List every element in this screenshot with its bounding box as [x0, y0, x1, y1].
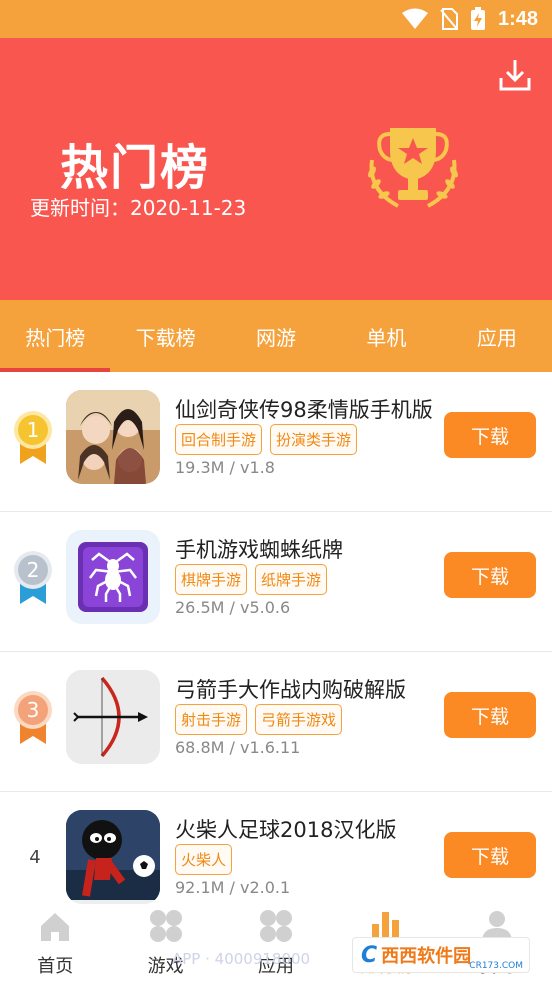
ranking-tabs: 热门榜 下载榜 网游 单机 应用 — [0, 300, 552, 372]
download-icon[interactable] — [496, 56, 534, 94]
app-ranking-list: 1 仙剑奇侠传98柔情版手机版 回合制手游 扮演类手游 19.3M / v1.8 — [0, 372, 552, 932]
app-name[interactable]: 火柴人足球2018汉化版 — [175, 814, 396, 844]
apps-grid-icon — [260, 910, 293, 942]
svg-text:3: 3 — [27, 698, 40, 722]
gold-medal-icon: 1 — [12, 408, 54, 466]
app-size-version: 19.3M / v1.8 — [175, 458, 275, 477]
tab-online-games[interactable]: 网游 — [221, 300, 331, 372]
nav-games[interactable]: 游戏 — [110, 900, 220, 981]
games-grid-icon — [149, 910, 182, 942]
app-icon-stickman-soccer[interactable] — [66, 810, 160, 904]
app-icon-spider-solitaire[interactable] — [66, 530, 160, 624]
ranking-banner: 热门榜 更新时间：2020-11-23 — [0, 38, 552, 300]
tag[interactable]: 棋牌手游 — [175, 564, 248, 595]
app-tags: 回合制手游 扮演类手游 — [175, 424, 358, 455]
download-button[interactable]: 下载 — [444, 552, 536, 598]
app-name[interactable]: 弓箭手大作战内购破解版 — [175, 674, 406, 704]
tab-apps[interactable]: 应用 — [442, 300, 552, 372]
home-icon — [41, 913, 70, 941]
svg-text:2: 2 — [27, 558, 40, 582]
app-name[interactable]: 手机游戏蜘蛛纸牌 — [175, 534, 343, 564]
app-name[interactable]: 仙剑奇侠传98柔情版手机版 — [175, 394, 433, 424]
nav-home[interactable]: 首页 — [0, 900, 110, 981]
site-watermark: C 西西软件园 CR173.COM — [352, 937, 530, 973]
tab-downloads[interactable]: 下载榜 — [110, 300, 220, 372]
tag[interactable]: 射击手游 — [175, 704, 248, 735]
rank-number: 4 — [29, 847, 41, 868]
watermark-url: CR173.COM — [469, 961, 523, 971]
tag[interactable]: 弓箭手游戏 — [255, 704, 343, 735]
app-icon-archer[interactable] — [66, 670, 160, 764]
tab-single-player[interactable]: 单机 — [331, 300, 441, 372]
no-sim-icon — [440, 8, 458, 30]
faint-watermark-text: APP · 4000918000 — [172, 950, 311, 968]
download-button[interactable]: 下载 — [444, 412, 536, 458]
status-bar: 1:48 — [0, 0, 552, 38]
wifi-icon — [401, 8, 428, 30]
app-tags: 射击手游 弓箭手游戏 — [175, 704, 343, 735]
silver-medal-icon: 2 — [12, 548, 54, 606]
tag[interactable]: 纸牌手游 — [255, 564, 328, 595]
svg-text:1: 1 — [27, 418, 40, 442]
watermark-text: 西西软件园 — [381, 946, 472, 967]
app-size-version: 92.1M / v2.0.1 — [175, 878, 291, 897]
list-item[interactable]: 2 手机游戏蜘蛛纸牌 棋牌手游 纸牌手游 26.5M / v5.0.6 下载 — [0, 512, 552, 652]
download-button[interactable]: 下载 — [444, 832, 536, 878]
app-tags: 棋牌手游 纸牌手游 — [175, 564, 328, 595]
trophy-icon — [358, 120, 468, 216]
bronze-medal-icon: 3 — [12, 688, 54, 746]
watermark-logo: C — [361, 942, 378, 968]
app-tags: 火柴人 — [175, 844, 233, 875]
tag[interactable]: 扮演类手游 — [270, 424, 358, 455]
update-time: 更新时间：2020-11-23 — [30, 196, 247, 220]
list-item[interactable]: 1 仙剑奇侠传98柔情版手机版 回合制手游 扮演类手游 19.3M / v1.8 — [0, 372, 552, 512]
page-title: 热门榜 — [60, 140, 211, 196]
app-size-version: 26.5M / v5.0.6 — [175, 598, 291, 617]
download-button[interactable]: 下载 — [444, 692, 536, 738]
tab-hot[interactable]: 热门榜 — [0, 300, 111, 372]
status-time: 1:48 — [497, 7, 538, 30]
nav-label: 首页 — [37, 956, 74, 977]
tag[interactable]: 回合制手游 — [175, 424, 263, 455]
app-size-version: 68.8M / v1.6.11 — [175, 738, 301, 757]
app-icon-xianjian[interactable] — [66, 390, 160, 484]
battery-charging-icon — [470, 7, 486, 31]
list-item[interactable]: 3 弓箭手大作战内购破解版 射击手游 弓箭手游戏 68.8M / v1.6.11… — [0, 652, 552, 792]
tag[interactable]: 火柴人 — [175, 844, 233, 875]
nav-apps[interactable]: 应用 — [221, 900, 331, 981]
